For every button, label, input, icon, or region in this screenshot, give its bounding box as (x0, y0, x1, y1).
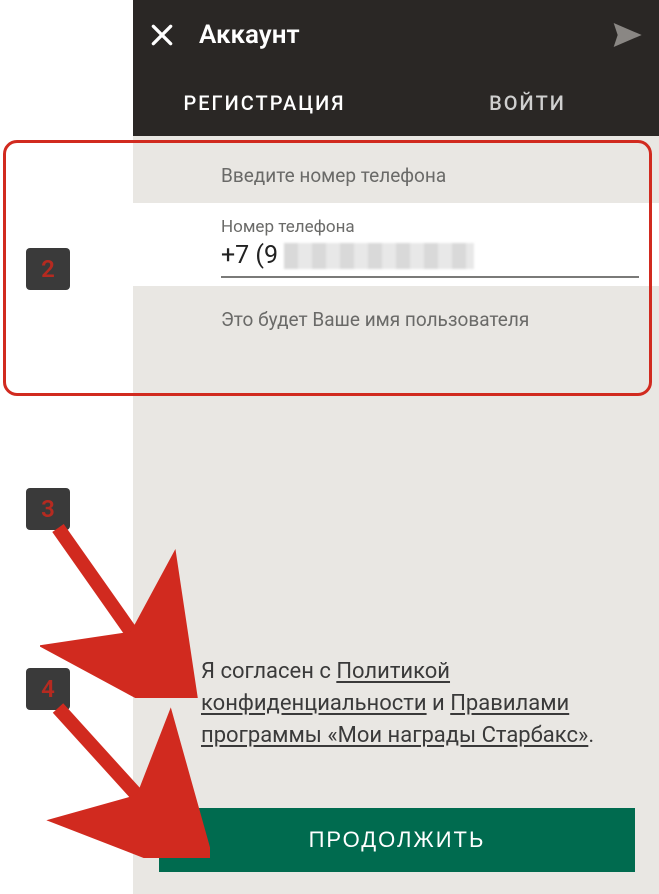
phone-censored (284, 243, 474, 269)
phone-prefix: +7 (9 (221, 241, 278, 270)
phone-input-label: Номер телефона (221, 217, 639, 237)
tab-bar: РЕГИСТРАЦИЯ ВОЙТИ (133, 70, 659, 136)
consent-text-part2: и (427, 691, 451, 716)
annotation-badge-3: 3 (26, 488, 70, 530)
continue-button[interactable]: ПРОДОЛЖИТЬ (159, 808, 635, 872)
app-header: Аккаунт (133, 0, 659, 70)
send-icon[interactable] (611, 19, 643, 51)
consent-text-part3: . (588, 723, 594, 748)
consent-checkbox[interactable] (159, 660, 185, 686)
consent-text: Я согласен с Политикой конфиденциальност… (201, 656, 639, 752)
prompt-enter-phone: Введите номер телефона (133, 136, 659, 203)
phone-input-block: Номер телефона +7 (9 (133, 203, 659, 286)
annotation-badge-4: 4 (26, 668, 70, 710)
header-title: Аккаунт (199, 20, 587, 50)
content-area: Введите номер телефона Номер телефона +7… (133, 136, 659, 894)
tab-login[interactable]: ВОЙТИ (396, 70, 659, 136)
consent-text-part1: Я согласен с (201, 659, 336, 684)
phone-input[interactable]: +7 (9 (221, 241, 639, 278)
close-icon[interactable] (149, 22, 175, 48)
consent-row: Я согласен с Политикой конфиденциальност… (159, 656, 639, 752)
prompt-username-hint: Это будет Ваше имя пользователя (133, 286, 659, 349)
annotation-badge-2: 2 (26, 248, 70, 290)
app-screen: Аккаунт РЕГИСТРАЦИЯ ВОЙТИ Введите номер … (133, 0, 659, 894)
tab-register[interactable]: РЕГИСТРАЦИЯ (133, 70, 396, 136)
